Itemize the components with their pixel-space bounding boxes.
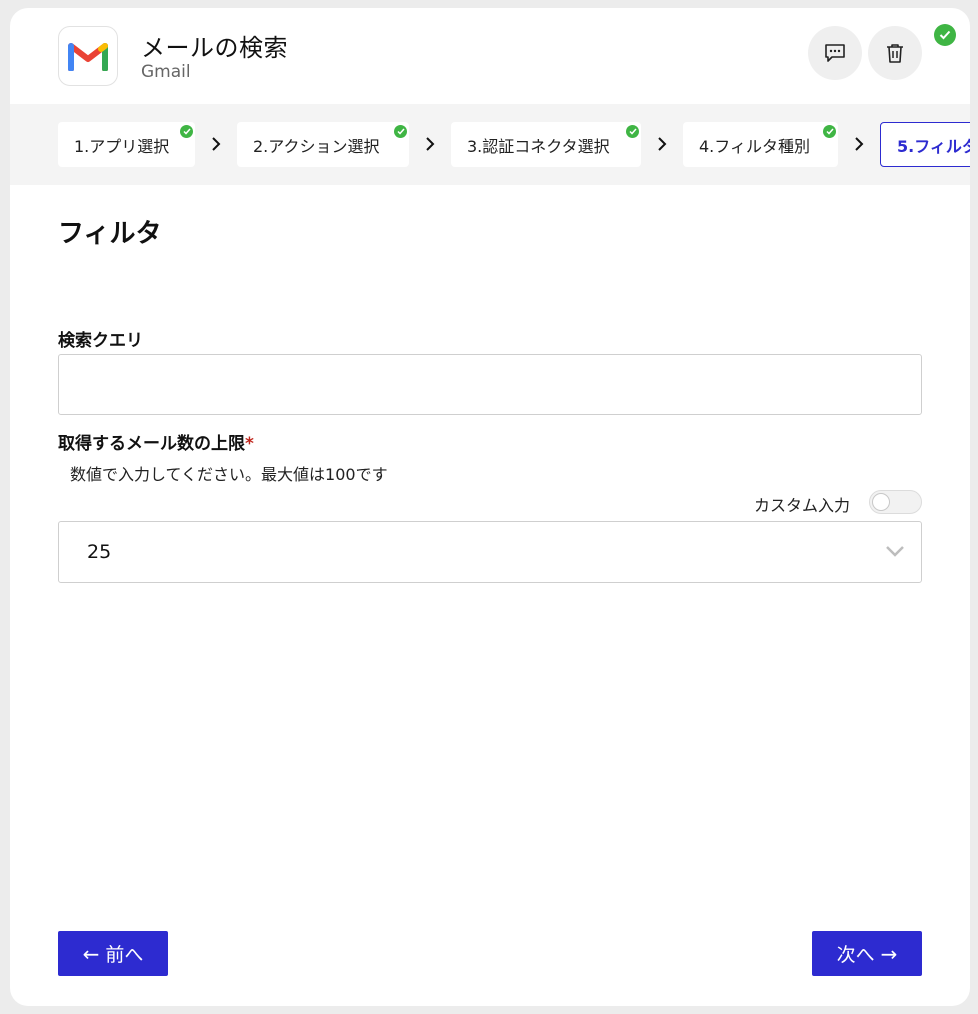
- search-query-label: 検索クエリ: [58, 331, 143, 351]
- required-mark: *: [245, 434, 254, 454]
- max-emails-select[interactable]: 25: [58, 521, 922, 583]
- section-title: フィルタ: [58, 219, 162, 249]
- step-connector-select[interactable]: 3.認証コネクタ選択: [451, 122, 641, 167]
- app-subtitle: Gmail: [141, 62, 191, 82]
- next-label: 次へ: [836, 944, 875, 966]
- max-emails-label: 取得するメール数の上限*: [58, 429, 254, 454]
- arrow-right-icon: →: [880, 941, 898, 966]
- step-label: 4.フィルタ種別: [699, 136, 810, 156]
- custom-input-label: カスタム入力: [754, 496, 851, 515]
- gmail-logo-icon: [58, 26, 118, 86]
- step-label: 3.認証コネクタ選択: [467, 136, 610, 156]
- check-icon: [626, 125, 639, 138]
- custom-input-toggle[interactable]: [869, 490, 922, 514]
- comment-button[interactable]: [808, 26, 862, 80]
- header: メールの検索 Gmail: [10, 8, 970, 104]
- trash-icon: [887, 44, 903, 63]
- select-value: 25: [87, 541, 112, 563]
- prev-button[interactable]: ← 前へ: [58, 931, 168, 976]
- modal-card: メールの検索 Gmail 1.アプリ選択 2.アクション選択 3.認証コネクタ選…: [10, 8, 970, 1006]
- next-button[interactable]: 次へ →: [812, 931, 922, 976]
- toggle-knob: [872, 493, 890, 511]
- step-label: 2.アクション選択: [253, 136, 380, 156]
- step-action-select[interactable]: 2.アクション選択: [237, 122, 409, 167]
- max-emails-label-text: 取得するメール数の上限: [58, 434, 245, 454]
- delete-button[interactable]: [868, 26, 922, 80]
- search-query-input[interactable]: [58, 354, 922, 415]
- chevron-right-icon: [658, 137, 667, 151]
- check-icon: [394, 125, 407, 138]
- stepper: 1.アプリ選択 2.アクション選択 3.認証コネクタ選択 4.フィルタ種別 5.…: [10, 104, 970, 185]
- step-filter[interactable]: 5.フィルタ: [880, 122, 970, 167]
- chevron-right-icon: [855, 137, 864, 151]
- max-emails-help: 数値で入力してください。最大値は100です: [70, 465, 388, 484]
- step-filter-type[interactable]: 4.フィルタ種別: [683, 122, 838, 167]
- check-circle-icon: [934, 24, 956, 46]
- step-label: 1.アプリ選択: [74, 136, 170, 156]
- check-icon: [180, 125, 193, 138]
- prev-label: 前へ: [105, 944, 144, 966]
- step-label: 5.フィルタ: [897, 136, 970, 156]
- comment-icon: [825, 44, 845, 62]
- step-app-select[interactable]: 1.アプリ選択: [58, 122, 195, 167]
- check-icon: [823, 125, 836, 138]
- arrow-left-icon: ←: [82, 941, 100, 966]
- chevron-right-icon: [212, 137, 221, 151]
- chevron-down-icon: [886, 546, 904, 557]
- page-title: メールの検索: [141, 34, 288, 62]
- chevron-right-icon: [426, 137, 435, 151]
